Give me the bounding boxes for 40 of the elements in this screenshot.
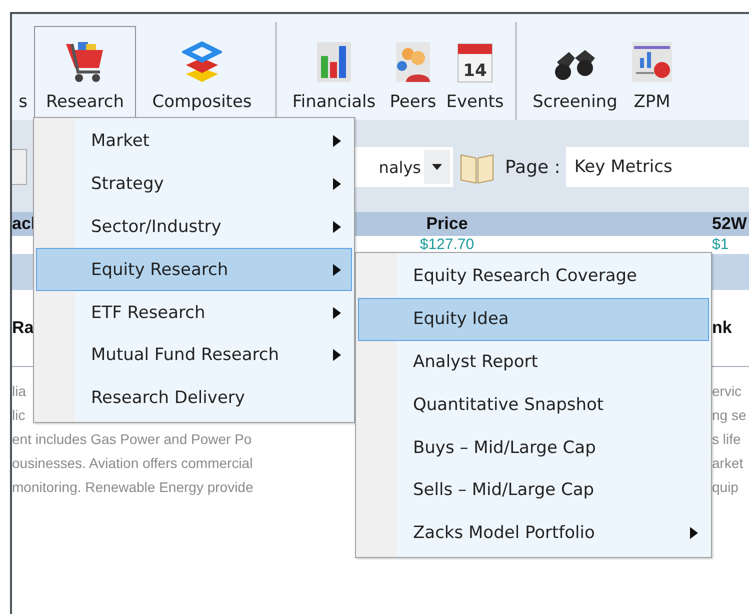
description-text: ervic bbox=[712, 382, 742, 401]
menu-item[interactable]: Research Delivery bbox=[36, 376, 352, 420]
price-value: $127.70 bbox=[418, 236, 476, 253]
menu-item[interactable]: Buys – Mid/Large Cap bbox=[358, 426, 709, 469]
description-text: lia bbox=[12, 382, 26, 401]
menu-item[interactable]: ETF Research bbox=[36, 291, 352, 334]
description-text: ng se bbox=[712, 406, 746, 425]
layers-icon bbox=[182, 40, 222, 84]
menu-item[interactable]: Equity Idea bbox=[358, 298, 709, 341]
column-header: Price bbox=[425, 214, 469, 234]
menu-item[interactable]: Analyst Report bbox=[358, 340, 709, 384]
menu-item[interactable]: Equity Research bbox=[36, 248, 352, 292]
column-header: nk bbox=[712, 318, 733, 338]
description-text: s life bbox=[712, 430, 741, 449]
menu-item[interactable]: Zacks Model Portfolio bbox=[358, 512, 709, 555]
description-text: monitoring. Renewable Energy provide bbox=[12, 478, 254, 497]
table-cell-text: $1 bbox=[712, 236, 730, 253]
dropdown-caret-icon[interactable] bbox=[424, 150, 450, 184]
description-text: ent includes Gas Power and Power Po bbox=[12, 430, 252, 449]
menu-item[interactable]: Sector/Industry bbox=[36, 206, 352, 248]
menu-item[interactable]: Sells – Mid/Large Cap bbox=[358, 468, 709, 512]
ribbon-button[interactable]: Research bbox=[34, 26, 136, 120]
dropdown-field[interactable] bbox=[12, 149, 27, 185]
ribbon-button[interactable]: 14 Events bbox=[442, 26, 508, 120]
menu-item[interactable]: Quantitative Snapshot bbox=[358, 383, 709, 426]
ribbon-button[interactable]: Peers bbox=[384, 26, 442, 120]
column-header: Ra bbox=[12, 318, 35, 338]
page-label: Page : bbox=[505, 156, 560, 178]
description-text: quip bbox=[712, 478, 738, 497]
ribbon-button[interactable]: s bbox=[12, 26, 34, 120]
ribbon-button[interactable]: Screening bbox=[524, 26, 626, 120]
column-header: 52W bbox=[712, 214, 748, 234]
menu-item[interactable]: Equity Research Coverage bbox=[358, 255, 709, 298]
description-text: arket bbox=[712, 454, 744, 473]
description-text: lic bbox=[12, 406, 26, 425]
ribbon-button[interactable]: Composites bbox=[136, 26, 268, 120]
menu-item[interactable]: Mutual Fund Research bbox=[36, 334, 352, 377]
description-text: ousinesses. Aviation offers commercial bbox=[12, 454, 253, 473]
page-field[interactable]: Key Metrics bbox=[566, 147, 749, 187]
ribbon-button[interactable]: ZPM bbox=[626, 26, 678, 120]
